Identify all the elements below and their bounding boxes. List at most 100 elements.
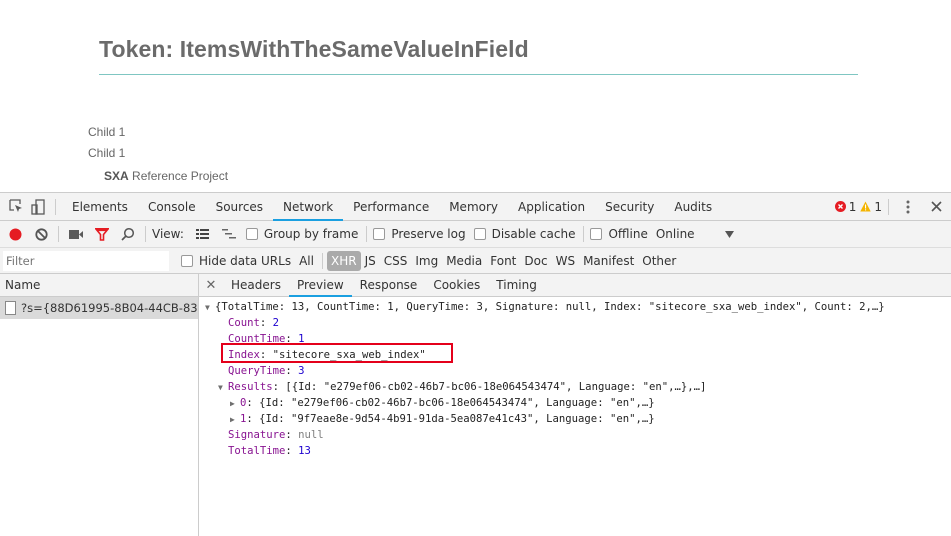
filter-icon[interactable]	[91, 223, 113, 245]
tab-memory[interactable]: Memory	[439, 193, 508, 221]
preserve-log-checkbox[interactable]: Preserve log	[373, 227, 466, 241]
throttling-value: Online	[655, 227, 695, 241]
title-divider	[99, 74, 858, 75]
inspect-element-icon[interactable]	[5, 196, 27, 218]
warning-icon	[860, 201, 872, 212]
toolbar-divider	[145, 226, 146, 242]
checkbox-icon	[473, 228, 486, 240]
hide-data-urls-checkbox[interactable]: Hide data URLs	[181, 254, 291, 268]
tab-elements[interactable]: Elements	[62, 193, 138, 221]
type-filter-doc[interactable]: Doc	[520, 251, 551, 271]
type-filter-manifest[interactable]: Manifest	[579, 251, 638, 271]
expanded-triangle-icon[interactable]: ▼	[218, 380, 228, 396]
offline-checkbox[interactable]: Offline	[590, 227, 648, 241]
tab-security[interactable]: Security	[595, 193, 664, 221]
json-field-row: Signature: null	[228, 429, 324, 441]
waterfall-overview-icon[interactable]	[218, 223, 240, 245]
hide-data-urls-label: Hide data URLs	[199, 253, 292, 268]
json-results-summary: [{Id: "e279ef06-cb02-46b7-bc06-18e064543…	[285, 381, 707, 393]
close-devtools-icon[interactable]	[925, 196, 947, 218]
toolbar-divider	[321, 252, 323, 269]
disable-cache-checkbox[interactable]: Disable cache	[473, 227, 576, 241]
tab-performance[interactable]: Performance	[343, 193, 439, 221]
expanded-triangle-icon[interactable]: ▼	[205, 300, 215, 316]
type-filter-all[interactable]: All	[295, 251, 318, 271]
tab-timing[interactable]: Timing	[488, 274, 545, 297]
tab-headers[interactable]: Headers	[223, 274, 289, 297]
toolbar-divider	[888, 198, 889, 215]
json-key: Signature	[228, 429, 286, 441]
name-column-header[interactable]: Name	[0, 274, 198, 297]
tab-cookies[interactable]: Cookies	[425, 274, 488, 297]
type-filter-other[interactable]: Other	[638, 251, 680, 271]
view-label: View:	[152, 227, 184, 241]
child-link[interactable]: Child 1	[88, 125, 125, 139]
json-root-row[interactable]: ▼ {TotalTime: 13, CountTime: 1, QueryTime…	[199, 299, 951, 315]
json-value: null	[298, 429, 324, 441]
record-icon[interactable]	[4, 223, 26, 245]
json-field-row: Count: 2	[228, 317, 280, 329]
json-value: 3	[298, 365, 305, 377]
error-warning-counter[interactable]: 1 1	[834, 199, 882, 214]
tab-network[interactable]: Network	[273, 193, 344, 221]
json-item-summary: {Id: "9f7eae8e-9d54-4b91-91da-5ea087e41c…	[259, 413, 655, 425]
type-filter-media[interactable]: Media	[442, 251, 486, 271]
dropdown-arrow-icon	[724, 230, 734, 238]
request-list: Name ?s={88D61995-8B04-44CB-83E…	[0, 274, 199, 536]
json-key: QueryTime	[228, 365, 286, 377]
json-key: Count	[228, 317, 260, 329]
tab-audits[interactable]: Audits	[664, 193, 722, 221]
json-key: TotalTime	[228, 445, 286, 457]
child-link[interactable]: Child 1	[88, 146, 125, 160]
type-filter-img[interactable]: Img	[411, 251, 442, 271]
file-icon	[5, 301, 16, 315]
tab-preview[interactable]: Preview	[288, 274, 352, 297]
capture-screenshots-icon[interactable]	[65, 223, 87, 245]
error-count: 1	[848, 199, 857, 214]
warning-count: 1	[874, 199, 882, 214]
page-title: Token: ItemsWithTheSameValueInField	[99, 36, 529, 62]
sxa-footer: SXA Reference Project	[104, 169, 228, 183]
request-row[interactable]: ?s={88D61995-8B04-44CB-83E…	[0, 297, 198, 319]
disable-cache-label: Disable cache	[491, 227, 576, 241]
device-toolbar-icon[interactable]	[27, 196, 49, 218]
tab-application[interactable]: Application	[508, 193, 595, 221]
sxa-brand: SXA	[104, 169, 129, 183]
error-icon	[834, 201, 846, 212]
throttling-select[interactable]: Online	[656, 227, 734, 241]
type-filter-js[interactable]: JS	[361, 251, 380, 271]
devtools-tabbar: Elements Console Sources Network Perform…	[0, 193, 951, 221]
tab-console[interactable]: Console	[138, 193, 206, 221]
tab-sources[interactable]: Sources	[206, 193, 273, 221]
json-value: 2	[272, 317, 280, 329]
annotation-highlight-box	[221, 343, 453, 363]
toolbar-divider	[366, 226, 368, 242]
large-rows-icon[interactable]	[192, 223, 214, 245]
checkbox-icon	[590, 228, 603, 240]
type-filter-css[interactable]: CSS	[380, 251, 412, 271]
network-toolbar: View: Group by frame Preserve log Disabl…	[0, 221, 951, 248]
json-item-summary: {Id: "e279ef06-cb02-46b7-bc06-18e0645434…	[259, 397, 655, 409]
search-icon[interactable]	[117, 223, 139, 245]
more-options-icon[interactable]	[897, 196, 919, 218]
filter-input[interactable]	[3, 250, 169, 271]
type-filter-xhr[interactable]: XHR	[326, 250, 361, 271]
clear-icon[interactable]	[30, 223, 52, 245]
checkbox-icon	[373, 228, 386, 240]
request-details: ✕ Headers Preview Response Cookies Timin…	[199, 274, 951, 536]
devtools-panel: Elements Console Sources Network Perform…	[0, 192, 951, 536]
tab-response[interactable]: Response	[352, 274, 426, 297]
group-by-frame-checkbox[interactable]: Group by frame	[245, 227, 358, 241]
json-results-row[interactable]: ▼ Results: [{Id: "e279ef06-cb02-46b7-bc06…	[199, 379, 951, 395]
request-name: ?s={88D61995-8B04-44CB-83E…	[21, 301, 198, 315]
json-result-item[interactable]: ▶ 0: {Id: "e279ef06-cb02-46b7-bc06-18e064…	[199, 395, 951, 411]
collapsed-triangle-icon[interactable]: ▶	[230, 412, 240, 428]
json-result-item[interactable]: ▶ 1: {Id: "9f7eae8e-9d54-4b91-91da-5ea087…	[199, 411, 951, 427]
type-filter-ws[interactable]: WS	[552, 251, 579, 271]
json-preview: ▼ {TotalTime: 13, CountTime: 1, QueryTime…	[199, 297, 951, 459]
close-details-icon[interactable]: ✕	[199, 278, 223, 293]
checkbox-icon	[245, 228, 258, 240]
offline-label: Offline	[608, 227, 648, 241]
collapsed-triangle-icon[interactable]: ▶	[230, 396, 240, 412]
type-filter-font[interactable]: Font	[486, 251, 520, 271]
